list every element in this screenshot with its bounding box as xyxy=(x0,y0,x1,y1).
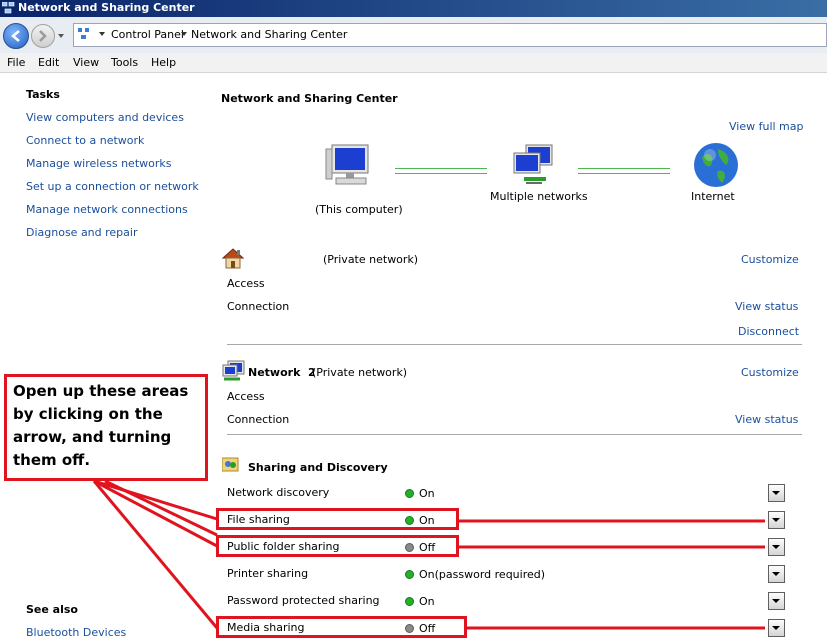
divider xyxy=(227,344,802,345)
network2-view-status-link[interactable]: View status xyxy=(735,413,798,426)
menu-tools[interactable]: Tools xyxy=(111,56,138,69)
menu-edit[interactable]: Edit xyxy=(38,56,59,69)
task-view-computers[interactable]: View computers and devices xyxy=(26,111,184,124)
expand-printer-sharing-button[interactable] xyxy=(768,565,785,583)
network2-name: Network 2 xyxy=(248,366,316,379)
menu-file[interactable]: File xyxy=(7,56,25,69)
history-dropdown-icon[interactable] xyxy=(58,34,64,38)
control-panel-icon xyxy=(77,27,91,41)
map-connector-line xyxy=(578,168,670,174)
expand-network-discovery-button[interactable] xyxy=(768,484,785,502)
task-manage-connections[interactable]: Manage network connections xyxy=(26,203,188,216)
expand-media-sharing-button[interactable] xyxy=(768,619,785,637)
window-title: Network and Sharing Center xyxy=(18,1,195,14)
forward-button[interactable] xyxy=(31,24,55,48)
row-network-discovery-status: On xyxy=(419,487,435,500)
divider xyxy=(227,434,802,435)
network2-icon xyxy=(222,360,246,382)
forward-arrow-icon xyxy=(39,30,47,42)
status-on-icon xyxy=(405,570,414,579)
computer-icon[interactable] xyxy=(324,143,374,188)
back-arrow-icon xyxy=(11,30,20,42)
network2-type: (Private network) xyxy=(312,366,408,379)
network2-customize-link[interactable]: Customize xyxy=(741,366,799,379)
breadcrumb-network-center[interactable]: Network and Sharing Center xyxy=(191,28,347,41)
expand-password-sharing-button[interactable] xyxy=(768,592,785,610)
map-multiple-networks: Multiple networks xyxy=(490,190,588,203)
home-network-icon xyxy=(221,247,245,269)
see-also-bluetooth[interactable]: Bluetooth Devices xyxy=(26,626,126,639)
address-bar: Control Panel Network and Sharing Center xyxy=(0,17,827,54)
menu-view[interactable]: View xyxy=(73,56,99,69)
page-title: Network and Sharing Center xyxy=(221,92,398,105)
address-field[interactable]: Control Panel Network and Sharing Center xyxy=(73,23,827,47)
network1-customize-link[interactable]: Customize xyxy=(741,253,799,266)
see-also-heading: See also xyxy=(26,603,78,616)
network1-access-label: Access xyxy=(227,277,265,290)
highlight-media-sharing xyxy=(216,616,467,638)
internet-globe-icon[interactable] xyxy=(692,141,740,189)
menu-bar: File Edit View Tools Help xyxy=(0,53,827,73)
task-connect-network[interactable]: Connect to a network xyxy=(26,134,144,147)
network2-connection-label: Connection xyxy=(227,413,290,426)
multiple-networks-icon[interactable] xyxy=(510,143,558,188)
expand-public-folder-button[interactable] xyxy=(768,538,785,556)
menu-help[interactable]: Help xyxy=(151,56,176,69)
network1-connection-label: Connection xyxy=(227,300,290,313)
network2-access-label: Access xyxy=(227,390,265,403)
map-connector-line xyxy=(395,168,487,174)
task-setup-connection[interactable]: Set up a connection or network xyxy=(26,180,199,193)
network1-disconnect-link[interactable]: Disconnect xyxy=(738,325,799,338)
breadcrumb-control-panel[interactable]: Control Panel xyxy=(111,28,184,41)
sharing-icon xyxy=(221,456,240,472)
map-this-computer: (This computer) xyxy=(315,203,403,216)
annotation-note: Open up these areas by clicking on the a… xyxy=(4,374,208,481)
row-password-sharing-label: Password protected sharing xyxy=(227,594,380,607)
network1-view-status-link[interactable]: View status xyxy=(735,300,798,313)
row-printer-sharing-label: Printer sharing xyxy=(227,567,309,580)
network-center-icon xyxy=(1,1,15,14)
back-button[interactable] xyxy=(3,23,29,49)
expand-file-sharing-button[interactable] xyxy=(768,511,785,529)
map-internet: Internet xyxy=(691,190,735,203)
status-on-icon xyxy=(405,489,414,498)
network1-type: (Private network) xyxy=(323,253,419,266)
tasks-heading: Tasks xyxy=(26,88,60,101)
tasks-pane: Tasks View computers and devices Connect… xyxy=(0,73,210,639)
row-printer-sharing-status: On(password required) xyxy=(419,568,546,581)
highlight-file-sharing xyxy=(216,508,459,530)
sharing-heading: Sharing and Discovery xyxy=(248,461,388,474)
view-full-map-link[interactable]: View full map xyxy=(729,120,804,133)
task-diagnose-repair[interactable]: Diagnose and repair xyxy=(26,226,138,239)
row-password-sharing-status: On xyxy=(419,595,435,608)
chevron-right-icon[interactable] xyxy=(181,32,187,36)
title-bar: Network and Sharing Center xyxy=(0,0,827,17)
status-on-icon xyxy=(405,597,414,606)
task-manage-wireless[interactable]: Manage wireless networks xyxy=(26,157,171,170)
highlight-public-folder xyxy=(216,535,459,557)
row-network-discovery-label: Network discovery xyxy=(227,486,330,499)
chevron-right-icon[interactable] xyxy=(99,32,105,36)
